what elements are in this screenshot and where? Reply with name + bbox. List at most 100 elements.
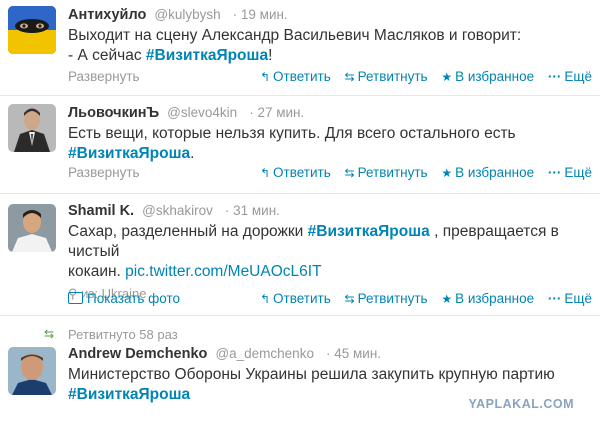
- tweet-text: Есть вещи, которые нельзя купить. Для вс…: [68, 124, 592, 164]
- reply-label: Ответить: [273, 165, 331, 180]
- expand-link[interactable]: Развернуть: [68, 68, 140, 86]
- avatar-image: [8, 104, 56, 152]
- show-photo-link[interactable]: Показать фото: [68, 290, 180, 308]
- reply-icon: ↰: [259, 166, 271, 180]
- more-dots-icon: ···: [547, 69, 562, 84]
- tweet-text-line: Министерство Обороны Украины решила заку…: [68, 366, 555, 383]
- expand-link[interactable]: Развернуть: [68, 164, 140, 182]
- retweet-icon: ⇆: [344, 292, 355, 306]
- tweet-text-fragment: Сахар, разделенный на дорожки: [68, 223, 308, 240]
- avatar[interactable]: [8, 6, 56, 54]
- favorite-button[interactable]: ★ В избранное: [441, 291, 534, 306]
- tweet-actions: Развернуть ↰ Ответить ⇆ Ретвитнуть ★ В избр…: [68, 68, 592, 86]
- retweet-icon: ⇆: [344, 166, 355, 180]
- retweeted-count[interactable]: Ретвитнуто 58 раз: [68, 327, 178, 342]
- author-name[interactable]: ЛьовочкинЪ: [68, 105, 159, 121]
- screen-name[interactable]: @slevo4kin: [167, 105, 237, 120]
- tweet-actions: Развернуть ↰ Ответить ⇆ Ретвитнуть ★ В избр…: [68, 164, 592, 182]
- reply-label: Ответить: [273, 69, 331, 84]
- more-button[interactable]: ··· Ещё: [548, 291, 592, 306]
- tweet-text-fragment: !: [268, 47, 273, 64]
- author-name[interactable]: Andrew Demchenko: [68, 346, 207, 362]
- hashtag-link[interactable]: #ВизиткаЯроша: [308, 223, 430, 240]
- tweet-header: Andrew Demchenko @a_demchenko · 45 мин.: [68, 345, 592, 363]
- more-button[interactable]: ··· Ещё: [548, 165, 592, 180]
- photo-link[interactable]: pic.twitter.com/MeUAOcL6IT: [125, 263, 321, 280]
- timestamp[interactable]: · 19 мин.: [233, 7, 288, 22]
- tweet-2[interactable]: ЛьовочкинЪ @slevo4kin · 27 мин. Есть вещ…: [0, 96, 600, 194]
- tweet-3[interactable]: Shamil K. @skhakirov · 31 мин. Сахар, ра…: [0, 194, 600, 316]
- screen-name[interactable]: @kulybysh: [154, 7, 220, 22]
- reply-button[interactable]: ↰ Ответить: [260, 291, 331, 306]
- hashtag-link[interactable]: #ВизиткаЯроша: [68, 386, 190, 403]
- avatar-image: [8, 6, 56, 54]
- reply-button[interactable]: ↰ Ответить: [260, 165, 331, 180]
- tweet-text-line: Выходит на сцену Александр Васильевич Ма…: [68, 27, 522, 44]
- reply-button[interactable]: ↰ Ответить: [260, 69, 331, 84]
- avatar[interactable]: [8, 104, 56, 152]
- screen-name[interactable]: @skhakirov: [142, 203, 213, 218]
- timestamp-text: 31 мин.: [233, 203, 280, 218]
- tweet-text: Выходит на сцену Александр Васильевич Ма…: [68, 26, 592, 66]
- reply-label: Ответить: [273, 291, 331, 306]
- retweet-indicator-icon: ⇆: [44, 327, 55, 341]
- tweet-4[interactable]: ⇆ Ретвитнуто 58 раз Andrew Demchenko @a_…: [0, 316, 600, 435]
- hashtag-link[interactable]: #ВизиткаЯроша: [146, 47, 268, 64]
- retweet-button[interactable]: ⇆ Ретвитнуть: [345, 69, 428, 84]
- timestamp-text: 27 мин.: [257, 105, 305, 120]
- tweet-actions: Показать фото ↰ Ответить ⇆ Ретвитнуть ★ В и…: [68, 290, 592, 308]
- retweet-icon: ⇆: [344, 70, 355, 84]
- reply-icon: ↰: [259, 70, 271, 84]
- timestamp[interactable]: · 27 мин.: [249, 105, 304, 120]
- tweet-text-line: - А сейчас #ВизиткаЯроша!: [68, 46, 592, 66]
- retweet-label: Ретвитнуть: [357, 165, 428, 180]
- timestamp-text: 45 мин.: [334, 346, 382, 361]
- timestamp[interactable]: · 45 мин.: [326, 346, 381, 361]
- tweet-header: Антихуйло @kulybysh · 19 мин.: [68, 6, 592, 24]
- tweet-text-line: #ВизиткаЯроша.: [68, 144, 592, 164]
- more-button[interactable]: ··· Ещё: [548, 69, 592, 84]
- timestamp-text: 19 мин.: [240, 7, 288, 22]
- author-name[interactable]: Shamil K.: [68, 203, 134, 219]
- screen-name[interactable]: @a_demchenko: [215, 346, 314, 361]
- hashtag-link[interactable]: #ВизиткаЯроша: [68, 145, 190, 162]
- favorite-button[interactable]: ★ В избранное: [441, 165, 534, 180]
- show-photo-label: Показать фото: [87, 291, 180, 306]
- tweet-text-fragment: .: [190, 145, 195, 162]
- tweet-header: ЛьовочкинЪ @slevo4kin · 27 мин.: [68, 104, 592, 122]
- retweet-label: Ретвитнуть: [357, 69, 428, 84]
- tweet-text-fragment: кокаин.: [68, 263, 126, 280]
- retweet-button[interactable]: ⇆ Ретвитнуть: [345, 165, 428, 180]
- star-icon: ★: [441, 292, 453, 306]
- tweet-text-line: Есть вещи, которые нельзя купить. Для вс…: [68, 125, 516, 142]
- tweet-text: Сахар, разделенный на дорожки #ВизиткаЯр…: [68, 222, 592, 282]
- avatar-image: [8, 347, 56, 395]
- tweet-text-line: Сахар, разделенный на дорожки #ВизиткаЯр…: [68, 222, 592, 262]
- favorite-label: В избранное: [455, 291, 535, 306]
- photo-icon: [68, 292, 83, 304]
- reply-icon: ↰: [259, 292, 271, 306]
- tweet-text-fragment: - А сейчас: [68, 47, 146, 64]
- star-icon: ★: [441, 70, 453, 84]
- more-label: Ещё: [564, 291, 592, 306]
- timestamp[interactable]: · 31 мин.: [225, 203, 280, 218]
- retweet-label: Ретвитнуть: [357, 291, 428, 306]
- more-dots-icon: ···: [547, 165, 562, 180]
- author-name[interactable]: Антихуйло: [68, 7, 146, 23]
- avatar[interactable]: [8, 204, 56, 252]
- more-label: Ещё: [564, 165, 592, 180]
- favorite-label: В избранное: [455, 165, 535, 180]
- tweet-1[interactable]: Антихуйло @kulybysh · 19 мин. Выходит на…: [0, 0, 600, 96]
- more-dots-icon: ···: [547, 291, 562, 306]
- tweet-text-line: кокаин. pic.twitter.com/MeUAOcL6IT: [68, 262, 592, 282]
- watermark: YAPLAKAL.COM: [468, 397, 574, 411]
- more-label: Ещё: [564, 69, 592, 84]
- retweet-button[interactable]: ⇆ Ретвитнуть: [345, 291, 428, 306]
- tweet-feed: Антихуйло @kulybysh · 19 мин. Выходит на…: [0, 0, 600, 435]
- favorite-label: В избранное: [455, 69, 535, 84]
- avatar-image: [8, 204, 56, 252]
- favorite-button[interactable]: ★ В избранное: [441, 69, 534, 84]
- avatar[interactable]: [8, 347, 56, 395]
- star-icon: ★: [441, 166, 453, 180]
- tweet-header: Shamil K. @skhakirov · 31 мин.: [68, 202, 592, 220]
